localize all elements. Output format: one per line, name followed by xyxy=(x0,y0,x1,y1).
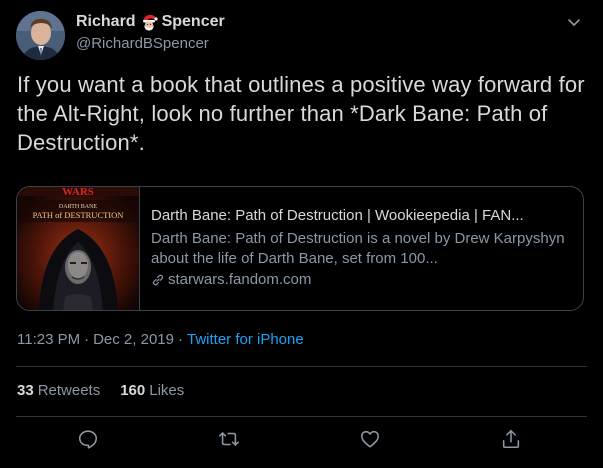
santa-icon xyxy=(142,14,158,31)
likes-count: 160 xyxy=(120,382,146,399)
like-icon xyxy=(360,430,380,448)
tweet-text: If you want a book that outlines a posit… xyxy=(17,72,585,155)
retweets-count: 33 xyxy=(17,382,34,399)
meta-separator-2: · xyxy=(177,331,183,348)
share-button[interactable] xyxy=(500,428,524,452)
tweet-stats: 33 Retweets 160 Likes xyxy=(17,382,184,399)
card-domain: starwars.fandom.com xyxy=(151,270,575,290)
retweets-label: Retweets xyxy=(37,382,101,399)
like-button[interactable] xyxy=(359,428,383,452)
tweet: Richard Spencer @RichardBSpencer If you … xyxy=(0,0,603,468)
display-name-first: Richard xyxy=(76,13,136,30)
book-cover-image: WARS DARTH BANE PATH of DESTRUCTION xyxy=(17,187,139,310)
link-icon xyxy=(152,274,164,286)
card-domain-text: starwars.fandom.com xyxy=(168,271,312,288)
meta-separator: · xyxy=(84,331,90,348)
likes-label: Likes xyxy=(149,382,185,399)
likes-stat[interactable]: 160 Likes xyxy=(120,382,184,399)
user-handle[interactable]: @RichardBSpencer xyxy=(76,35,209,52)
share-icon xyxy=(502,429,520,449)
tweet-date[interactable]: Dec 2, 2019 xyxy=(93,331,174,348)
link-card[interactable]: WARS DARTH BANE PATH of DESTRUCTION Dart… xyxy=(16,186,584,311)
avatar[interactable] xyxy=(16,11,65,60)
card-thumbnail: WARS DARTH BANE PATH of DESTRUCTION xyxy=(17,187,140,310)
retweet-button[interactable] xyxy=(218,428,242,452)
tweet-source-link[interactable]: Twitter for iPhone xyxy=(187,331,304,348)
retweet-icon xyxy=(219,432,239,446)
display-name-last: Spencer xyxy=(161,13,225,30)
display-name[interactable]: Richard Spencer xyxy=(76,13,225,31)
card-body: Darth Bane: Path of Destruction | Wookie… xyxy=(151,206,575,290)
avatar-photo xyxy=(16,11,65,60)
cover-title-text: PATH of DESTRUCTION xyxy=(33,210,124,220)
reply-icon xyxy=(78,430,98,449)
card-description: Darth Bane: Path of Destruction is a nov… xyxy=(151,230,565,267)
cover-wars-text: WARS xyxy=(62,187,94,198)
divider xyxy=(16,366,587,367)
card-title: Darth Bane: Path of Destruction | Wookie… xyxy=(151,207,524,224)
tweet-meta: 11:23 PM · Dec 2, 2019 · Twitter for iPhone xyxy=(17,331,304,348)
chevron-down-icon[interactable] xyxy=(566,14,582,30)
reply-button[interactable] xyxy=(77,428,101,452)
retweets-stat[interactable]: 33 Retweets xyxy=(17,382,100,399)
tweet-time[interactable]: 11:23 PM xyxy=(17,331,80,348)
divider xyxy=(16,416,587,417)
